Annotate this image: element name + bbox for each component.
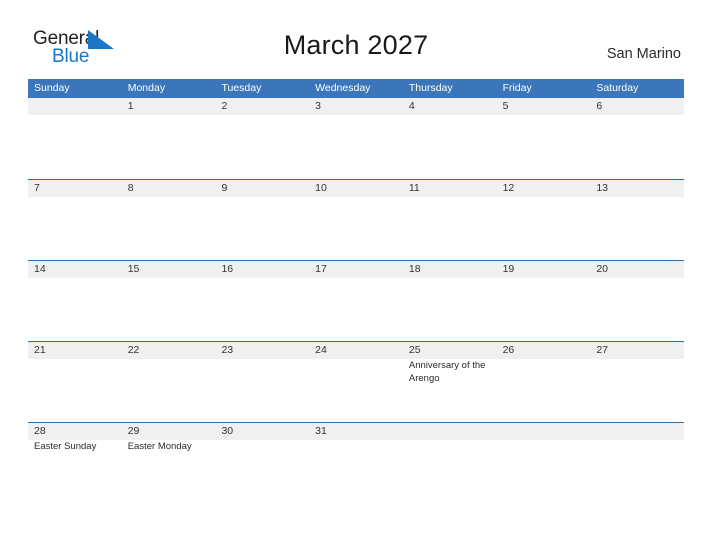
page-title: March 2027 — [283, 30, 429, 60]
day-number: 24 — [315, 344, 327, 356]
day-number: 9 — [221, 182, 228, 194]
region-label: San Marino — [606, 46, 681, 62]
day-cell[interactable]: 28 Easter Sunday — [28, 423, 122, 453]
day-cell[interactable]: 26 — [497, 342, 591, 422]
day-cell[interactable]: 25 Anniversary of the Arengo — [403, 342, 497, 422]
day-cell[interactable]: 2 — [215, 98, 309, 179]
day-cell[interactable]: 10 — [309, 180, 403, 260]
day-number: 22 — [127, 344, 140, 356]
day-cell[interactable]: 23 — [215, 342, 309, 422]
day-number: 3 — [315, 100, 321, 112]
day-cell[interactable]: 17 — [309, 261, 403, 341]
day-number: 20 — [596, 263, 608, 275]
day-cell[interactable]: 22 — [122, 342, 216, 422]
day-number: 5 — [502, 100, 509, 112]
day-event: Easter Sunday — [34, 441, 97, 452]
day-cell[interactable]: 7 — [28, 180, 122, 260]
weekday-wednesday: Wednesday — [315, 82, 371, 94]
day-event: Easter Monday — [127, 441, 192, 452]
day-cell[interactable]: 3 — [309, 98, 403, 179]
week-row: 1 2 3 4 5 6 — [28, 98, 684, 179]
day-cell[interactable]: 29 Easter Monday — [122, 423, 216, 453]
day-number: 2 — [221, 100, 228, 112]
day-number: 28 — [34, 425, 46, 437]
page-header: General Blue March 2027 San Marino — [0, 0, 712, 76]
weekday-monday: Monday — [127, 82, 166, 94]
day-number: 30 — [221, 425, 234, 437]
day-cell[interactable]: 30 — [215, 423, 309, 452]
calendar-grid: Sunday Monday Tuesday Wednesday Thursday… — [28, 79, 684, 452]
weekday-thursday: Thursday — [408, 82, 453, 94]
weekday-friday: Friday — [502, 82, 532, 94]
weekday-header-row: Sunday Monday Tuesday Wednesday Thursday… — [28, 79, 684, 98]
day-cell[interactable]: 5 — [497, 98, 591, 179]
day-number: 14 — [34, 263, 46, 275]
day-cell[interactable]: 1 — [122, 98, 216, 179]
day-number: 15 — [127, 263, 140, 275]
day-event: Anniversary of the Arengo — [408, 360, 486, 384]
day-number: 27 — [596, 344, 608, 356]
day-number: 17 — [315, 263, 327, 275]
day-number: 10 — [315, 182, 327, 194]
day-number: 1 — [127, 100, 134, 112]
weekday-tuesday: Tuesday — [221, 82, 262, 94]
day-cell[interactable]: 16 — [215, 261, 309, 341]
week-row: 14 15 16 17 18 19 20 — [28, 260, 684, 341]
day-cell[interactable]: 24 — [309, 342, 403, 422]
day-number: 23 — [221, 344, 234, 356]
day-number: 18 — [408, 263, 421, 275]
day-cell[interactable]: 15 — [122, 261, 216, 341]
day-number: 19 — [502, 263, 515, 275]
day-cell[interactable]: 21 — [28, 342, 122, 422]
day-cell[interactable]: 4 — [403, 98, 497, 179]
day-cell[interactable]: 18 — [403, 261, 497, 341]
day-number: 31 — [315, 425, 327, 437]
day-number: 21 — [34, 344, 46, 356]
day-number: 16 — [221, 263, 234, 275]
day-cell[interactable]: 20 — [590, 261, 684, 341]
day-cell[interactable]: 13 — [590, 180, 684, 260]
day-cell[interactable] — [497, 423, 591, 452]
day-number: 4 — [408, 100, 415, 112]
day-number: 6 — [596, 100, 603, 112]
day-cell[interactable]: 8 — [122, 180, 216, 260]
day-cell[interactable]: 11 — [403, 180, 497, 260]
day-cell[interactable] — [590, 423, 684, 452]
day-number: 8 — [127, 182, 134, 194]
day-number: 11 — [408, 182, 420, 194]
day-cell[interactable]: 31 — [309, 423, 403, 452]
week-row: 7 8 9 10 11 12 13 — [28, 179, 684, 260]
weekday-saturday: Saturday — [596, 82, 639, 94]
day-number: 29 — [127, 425, 140, 437]
day-cell[interactable]: 27 — [590, 342, 684, 422]
day-cell[interactable]: 6 — [590, 98, 684, 179]
day-cell[interactable]: 14 — [28, 261, 122, 341]
day-number: 25 — [408, 344, 421, 356]
day-number: 26 — [502, 344, 515, 356]
day-cell[interactable]: 19 — [497, 261, 591, 341]
day-cell[interactable] — [403, 423, 497, 452]
day-cell[interactable]: 12 — [497, 180, 591, 260]
week-row: 28 Easter Sunday 29 Easter Monday 30 31 — [28, 422, 684, 452]
weekday-sunday: Sunday — [34, 82, 70, 94]
day-cell[interactable]: 9 — [215, 180, 309, 260]
week-row: 21 22 23 24 25 Anniversary of the Arengo … — [28, 341, 684, 422]
day-cell[interactable] — [28, 98, 122, 179]
day-number: 13 — [596, 182, 608, 194]
day-number: 12 — [502, 182, 515, 194]
day-number: 7 — [34, 182, 40, 194]
